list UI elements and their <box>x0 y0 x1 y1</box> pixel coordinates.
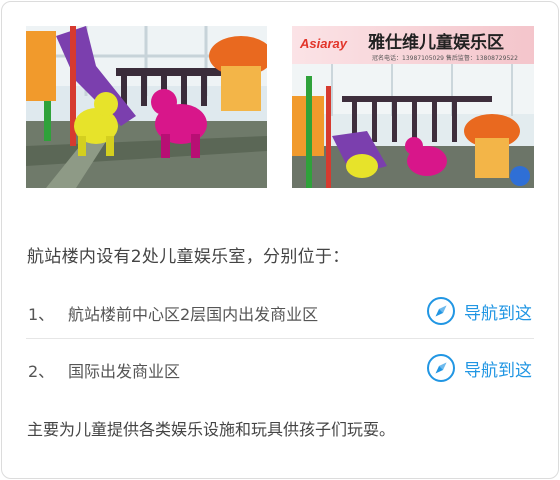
navigate-button[interactable]: 导航到这 <box>426 295 532 327</box>
play-area-photo-2: Asiaray 雅仕维儿童娱乐区 冠名电话：13987105029 售后监督：1… <box>292 26 534 188</box>
location-number: 2、 <box>28 362 55 381</box>
compass-icon <box>427 297 455 325</box>
location-name: 国际出发商业区 <box>68 362 181 381</box>
play-area-photo-1 <box>26 26 267 188</box>
location-number: 1、 <box>28 305 55 324</box>
location-row: 1、 航站楼前中心区2层国内出发商业区 导航到这 <box>26 287 534 337</box>
navigate-label: 导航到这 <box>464 303 532 324</box>
intro-text: 航站楼内设有2处儿童娱乐室，分别位于： <box>27 247 350 267</box>
row-divider <box>26 338 534 339</box>
description-text: 主要为儿童提供各类娱乐设施和玩具供孩子们玩耍。 <box>27 420 396 439</box>
sign-contact: 冠名电话：13987105029 售后监督：13808729522 <box>372 54 518 62</box>
sign-title: 雅仕维儿童娱乐区 <box>367 32 504 53</box>
location-row: 2、 国际出发商业区 导航到这 <box>26 344 534 394</box>
sign-brand: Asiaray <box>299 36 348 51</box>
location-name: 航站楼前中心区2层国内出发商业区 <box>68 305 319 324</box>
navigate-label: 导航到这 <box>464 360 532 381</box>
navigate-button[interactable]: 导航到这 <box>426 352 532 384</box>
info-card: Asiaray 雅仕维儿童娱乐区 冠名电话：13987105029 售后监督：1… <box>1 1 559 479</box>
compass-icon <box>427 354 455 382</box>
